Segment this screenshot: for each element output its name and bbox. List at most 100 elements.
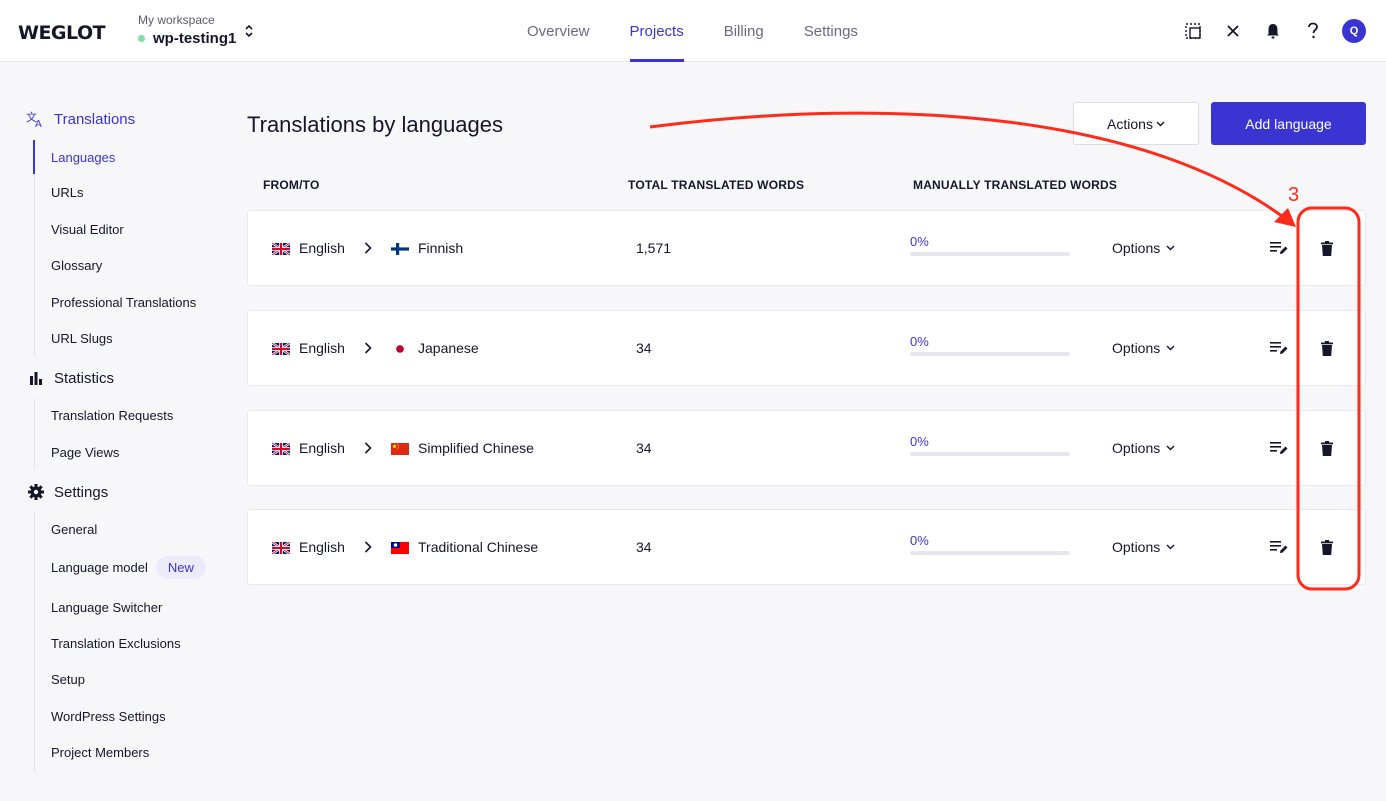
total-translated-words: 34 — [636, 340, 652, 356]
options-label: Options — [1112, 240, 1161, 256]
total-translated-words: 34 — [636, 440, 652, 456]
trash-icon[interactable] — [1315, 436, 1339, 460]
manual-progress-value: 0% — [910, 533, 929, 548]
delete-cell — [1315, 311, 1339, 385]
tab-overview[interactable]: Overview — [507, 0, 610, 62]
edit-cell — [1267, 411, 1291, 485]
edit-translations-icon[interactable] — [1267, 336, 1291, 360]
bar-chart-icon — [26, 368, 46, 388]
to-language[interactable]: Finnish — [391, 211, 463, 285]
sidebar-section-label: Settings — [54, 483, 109, 501]
chevron-down-icon — [1166, 245, 1175, 251]
tab-billing[interactable]: Billing — [704, 0, 784, 62]
trash-icon[interactable] — [1315, 236, 1339, 260]
to-language[interactable]: Simplified Chinese — [391, 411, 534, 485]
chevron-updown-icon[interactable] — [244, 23, 254, 40]
sidebar-item-urls[interactable]: URLs — [51, 185, 84, 200]
manual-progress-track — [910, 551, 1070, 555]
sidebar-item-page-views[interactable]: Page Views — [51, 445, 119, 460]
chevron-right-icon — [364, 411, 372, 485]
uk-flag-icon — [271, 342, 291, 356]
trash-icon[interactable] — [1315, 336, 1339, 360]
sidebar-item-language-switcher[interactable]: Language Switcher — [51, 600, 162, 615]
manual-progress-track — [910, 452, 1070, 456]
tab-settings[interactable]: Settings — [784, 0, 878, 62]
sidebar-divider — [34, 512, 35, 772]
manual-progress-value: 0% — [910, 234, 929, 249]
user-avatar[interactable]: Q — [1342, 19, 1366, 43]
sidebar-item-url-slugs[interactable]: URL Slugs — [51, 331, 113, 346]
from-language: English — [271, 311, 345, 385]
japanese-flag-icon — [391, 342, 409, 355]
sidebar-item-general[interactable]: General — [51, 522, 97, 537]
edit-translations-icon[interactable] — [1267, 236, 1291, 260]
from-language-name: English — [299, 440, 345, 456]
sidebar-section-settings[interactable]: Settings — [26, 482, 108, 502]
column-header-from-to: FROM/TO — [263, 178, 320, 192]
actions-label: Actions — [1107, 115, 1153, 132]
options-dropdown[interactable]: Options — [1112, 311, 1175, 385]
traditional-chinese-flag-icon — [391, 541, 409, 554]
edit-translations-icon[interactable] — [1267, 535, 1291, 559]
actions-button[interactable]: Actions — [1073, 102, 1199, 145]
manual-progress: 0% — [910, 234, 1070, 256]
manual-progress: 0% — [910, 434, 1070, 456]
sidebar-item-project-members[interactable]: Project Members — [51, 745, 149, 760]
close-icon[interactable] — [1222, 18, 1244, 44]
edit-translations-icon[interactable] — [1267, 436, 1291, 460]
to-language[interactable]: Traditional Chinese — [391, 510, 538, 584]
to-language-name: Japanese — [418, 340, 479, 356]
options-dropdown[interactable]: Options — [1112, 510, 1175, 584]
sidebar-item-language-model[interactable]: Language model New — [51, 556, 206, 579]
uk-flag-icon — [271, 242, 291, 256]
main-nav: Overview Projects Billing Settings — [507, 0, 878, 62]
manual-progress-track — [910, 352, 1070, 356]
workspace-label: My workspace — [138, 13, 215, 27]
chevron-down-icon — [1166, 445, 1175, 451]
chevron-down-icon — [1156, 121, 1165, 127]
sidebar-item-label: Language model — [51, 560, 148, 575]
weglot-logo[interactable]: WEGLOT — [18, 22, 106, 44]
sidebar-item-professional-translations[interactable]: Professional Translations — [51, 295, 196, 310]
sidebar: 文A Translations Languages URLs Visual Ed… — [0, 62, 230, 801]
sidebar-item-wordpress-settings[interactable]: WordPress Settings — [51, 709, 166, 724]
gear-icon — [26, 482, 46, 502]
options-dropdown[interactable]: Options — [1112, 411, 1175, 485]
page-title: Translations by languages — [247, 112, 504, 137]
to-language[interactable]: Japanese — [391, 311, 479, 385]
sidebar-item-translation-exclusions[interactable]: Translation Exclusions — [51, 636, 181, 651]
screenshot-icon[interactable] — [1182, 18, 1204, 44]
manual-progress: 0% — [910, 533, 1070, 555]
trash-icon[interactable] — [1315, 535, 1339, 559]
sidebar-divider — [34, 398, 35, 470]
total-translated-words: 34 — [636, 539, 652, 555]
total-translated-words: 1,571 — [636, 240, 672, 256]
sidebar-item-setup[interactable]: Setup — [51, 672, 85, 687]
sidebar-section-label: Translations — [54, 110, 136, 128]
to-language-name: Finnish — [418, 240, 464, 256]
language-row-simplified-chinese: English Simplified Chinese 34 0% Options — [247, 410, 1366, 486]
sidebar-section-translations[interactable]: 文A Translations — [26, 109, 135, 129]
to-language-name: Simplified Chinese — [418, 440, 534, 456]
tab-projects[interactable]: Projects — [610, 0, 704, 62]
workspace-switcher[interactable]: My workspace wp-testing1 — [138, 13, 253, 47]
sidebar-item-translation-requests[interactable]: Translation Requests — [51, 408, 173, 423]
options-label: Options — [1112, 340, 1161, 356]
workspace-status-dot — [138, 35, 145, 42]
simplified-chinese-flag-icon — [391, 442, 409, 455]
add-language-button[interactable]: Add language — [1211, 102, 1366, 145]
bell-icon[interactable] — [1262, 18, 1284, 44]
sidebar-item-glossary[interactable]: Glossary — [51, 258, 102, 273]
edit-cell — [1267, 211, 1291, 285]
column-header-total-words: TOTAL TRANSLATED WORDS — [628, 178, 805, 192]
sidebar-item-visual-editor[interactable]: Visual Editor — [51, 222, 124, 237]
language-row-traditional-chinese: English Traditional Chinese 34 0% Option… — [247, 509, 1366, 585]
options-dropdown[interactable]: Options — [1112, 211, 1175, 285]
from-language-name: English — [299, 539, 345, 555]
options-label: Options — [1112, 539, 1161, 555]
sidebar-section-statistics[interactable]: Statistics — [26, 368, 114, 388]
help-icon[interactable] — [1302, 18, 1324, 44]
workspace-name: wp-testing1 — [153, 30, 237, 47]
sidebar-item-languages[interactable]: Languages — [51, 150, 115, 165]
finnish-flag-icon — [391, 242, 409, 255]
